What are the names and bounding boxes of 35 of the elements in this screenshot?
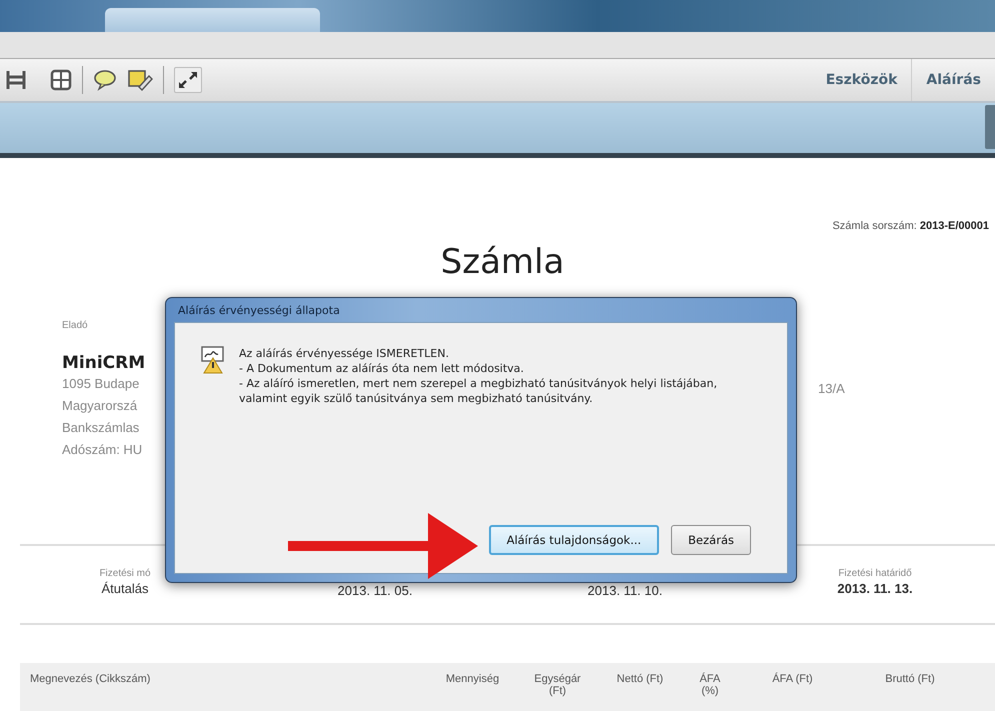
payment-value: 2013. 11. 10. (586, 583, 664, 598)
column-header[interactable]: Megnevezés (Cikkszám) (20, 673, 430, 685)
column-header[interactable]: Bruttó (Ft) (845, 673, 975, 685)
menu-tab[interactable]: Eszközök (812, 59, 912, 101)
panel-handle[interactable] (985, 105, 995, 149)
column-header[interactable]: ÁFA (%) (680, 673, 740, 697)
close-button[interactable]: Bezárás (671, 525, 751, 555)
properties-button[interactable]: Aláírás tulajdonságok... (488, 525, 660, 555)
grid-icon[interactable] (50, 69, 72, 91)
column-header[interactable]: Egységár (Ft) (515, 673, 600, 697)
buyer-address: 13/A (818, 380, 845, 398)
column-header[interactable]: Nettó (Ft) (600, 673, 680, 685)
page-icon[interactable] (6, 69, 26, 91)
seller-detail: Adószám: HU (62, 441, 142, 459)
seller-detail: 1095 Budape (62, 375, 140, 393)
column-header[interactable]: ÁFA (Ft) (740, 673, 845, 685)
dialog-title: Aláírás érvényességi állapota (177, 303, 341, 319)
note-edit-icon[interactable] (127, 69, 153, 91)
status-message: Az aláírás érvényessége ISMERETLEN. - A Dokumentum az aláírás óta nem lett módositva. - Az aláíró ismeretlen, mert nem szerepel a megbizható tanúsitványok helyi listájában, valamint egyik szülő tanúsitványa sem megbizható tanúsitvány. (239, 346, 718, 406)
invoice-title: Számla (440, 242, 566, 282)
seller-name: MiniCRM (62, 353, 146, 373)
seller-detail: Magyarorszá (62, 397, 138, 415)
seller-detail: Bankszámlas (62, 419, 140, 437)
payment-value: 2013. 11. 13. (836, 581, 914, 596)
payment-value: 2013. 11. 05. (336, 583, 414, 598)
expand-icon[interactable] (174, 67, 202, 93)
payment-value: Átutalás (100, 581, 150, 596)
invoice-number: Számla sorszám: 2013-E/00001 (831, 219, 990, 232)
column-header[interactable]: Mennyiség (430, 673, 515, 685)
menu-tab[interactable]: Aláírás (911, 59, 995, 101)
payment-label: Fizetési mó (98, 568, 152, 579)
signature-warning-icon (201, 346, 225, 374)
payment-label: Fizetési határidő (837, 568, 913, 579)
seller-heading: Eladó (62, 320, 88, 331)
comment-icon[interactable] (93, 69, 117, 91)
